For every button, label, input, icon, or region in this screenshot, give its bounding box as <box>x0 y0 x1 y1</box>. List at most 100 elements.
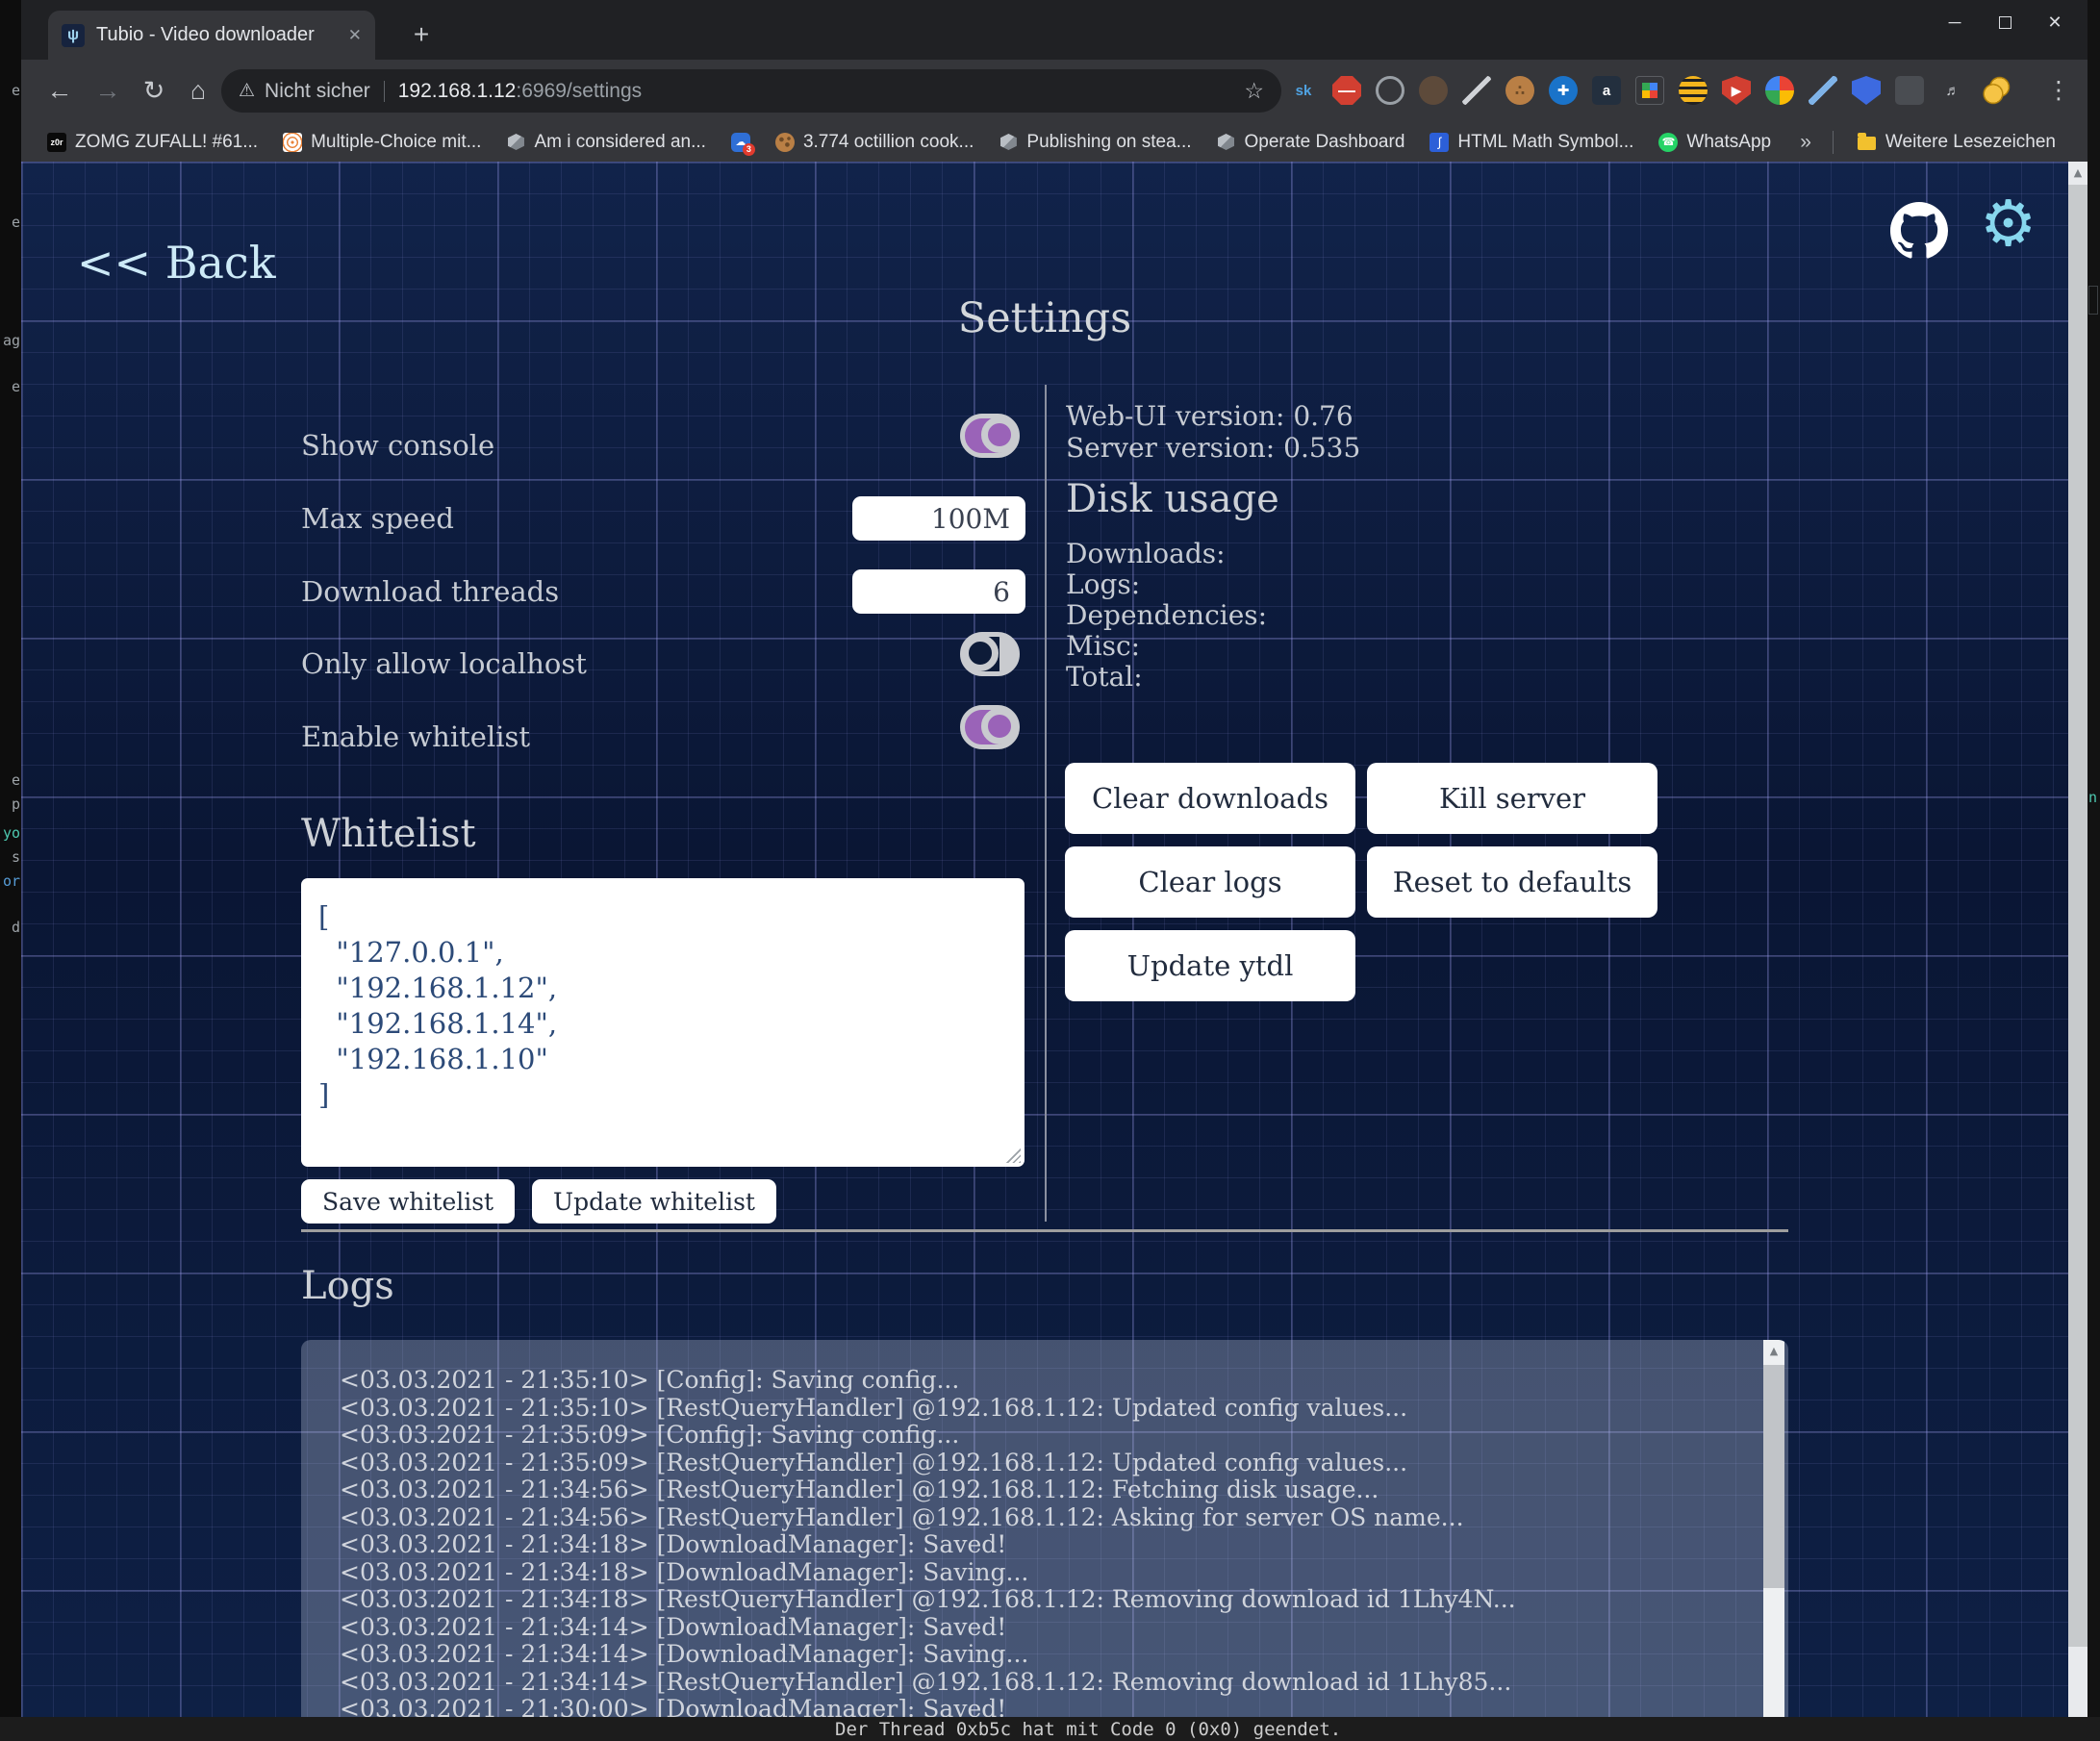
back-link[interactable]: << Back <box>77 237 276 289</box>
close-button[interactable]: ✕ <box>2030 0 2080 44</box>
other-bookmarks-folder[interactable]: Weitere Lesezeichen <box>1845 129 2068 156</box>
blue-shield-extension-icon[interactable] <box>1852 76 1881 105</box>
cookie-extension-icon[interactable]: ∴ <box>1505 76 1534 105</box>
section-divider <box>301 1229 1788 1232</box>
page-scrollbar-thumb[interactable] <box>2068 185 2087 1647</box>
whatsapp-favicon-icon: ☎ <box>1658 133 1678 152</box>
gray-ring-extension-icon[interactable] <box>1376 76 1404 105</box>
bookmark-pinned-app[interactable]: ☁3 <box>719 130 763 155</box>
ninja-face-extension-icon[interactable] <box>1419 76 1448 105</box>
bookmark-am-i-considered[interactable]: Am i considered an... <box>493 129 718 156</box>
address-bar[interactable]: ⚠ Nicht sicher 192.168.1.12 :6969/settin… <box>221 69 1281 113</box>
show-console-label: Show console <box>301 429 494 462</box>
stop-hand-extension-icon[interactable]: — <box>1332 76 1361 105</box>
syringe-extension-icon[interactable] <box>1809 76 1837 105</box>
bookmark-multiple-choice[interactable]: Multiple-Choice mit... <box>270 129 493 156</box>
logs-panel[interactable]: <03.03.2021 - 21:35:10> [Config]: Saving… <box>301 1340 1788 1717</box>
toggle-knob-icon <box>981 416 1018 453</box>
bookmark-star-icon[interactable]: ☆ <box>1244 78 1264 104</box>
clear-downloads-button[interactable]: Clear downloads <box>1065 763 1355 834</box>
math-favicon-icon: ∫ <box>1430 133 1449 152</box>
log-line: <03.03.2021 - 21:34:14> [RestQueryHandle… <box>340 1669 1516 1697</box>
back-button[interactable]: ← <box>40 71 79 110</box>
other-bookmarks-label: Weitere Lesezeichen <box>1885 132 2056 153</box>
max-speed-input[interactable] <box>852 496 1025 541</box>
bookmark-publishing-on-steam[interactable]: Publishing on stea... <box>986 129 1203 156</box>
whitelist-textarea[interactable]: [ "127.0.0.1", "192.168.1.12", "192.168.… <box>301 878 1025 1167</box>
gear-icon[interactable]: ⚙ <box>1980 187 2037 261</box>
spiral-favicon-icon <box>283 133 302 152</box>
divider <box>1833 131 1834 154</box>
enable-whitelist-toggle[interactable] <box>960 705 1020 749</box>
disk-row-misc: Misc: 0 mb <box>1066 630 1140 662</box>
code-fragment: e <box>12 771 20 789</box>
bookmark-label: Am i considered an... <box>534 132 705 153</box>
kill-server-button[interactable]: Kill server <box>1367 763 1657 834</box>
blue-cross-extension-icon[interactable]: ✚ <box>1549 76 1578 105</box>
bookmark-whatsapp[interactable]: ☎ WhatsApp <box>1646 129 1784 156</box>
disk-row-downloads: Downloads: 337 mb <box>1066 538 1226 569</box>
tab-close-icon[interactable]: ✕ <box>348 26 362 45</box>
bookmark-octillion-cookies[interactable]: 3.774 octillion cook... <box>763 129 986 156</box>
bookmark-label: ZOMG ZUFALL! #61... <box>75 132 258 153</box>
photos-extension-icon[interactable] <box>1635 76 1664 105</box>
scroll-up-icon[interactable]: ▲ <box>1763 1340 1784 1363</box>
toggle-knob-icon <box>981 708 1018 744</box>
forward-button[interactable]: → <box>89 71 127 110</box>
playlist-extension-icon[interactable]: ♬ <box>1938 76 1967 105</box>
download-threads-label: Download threads <box>301 575 559 608</box>
bookmark-label: Multiple-Choice mit... <box>311 132 481 153</box>
save-whitelist-button[interactable]: Save whitelist <box>301 1179 515 1224</box>
code-fragment: p <box>12 795 20 813</box>
code-fragment: e <box>12 378 20 395</box>
badge-count: 3 <box>743 143 755 156</box>
bookmark-operate-dashboard[interactable]: Operate Dashboard <box>1204 129 1418 156</box>
ide-edge-left: e e ag e e p yo s or d <box>0 0 21 1717</box>
google-colors-extension-icon[interactable] <box>1765 76 1794 105</box>
github-icon[interactable] <box>1890 202 1948 260</box>
warning-icon[interactable]: ⚠ <box>239 80 255 102</box>
app-favicon-icon: ☁3 <box>731 133 750 152</box>
browser-tab-tubio[interactable]: ψ Tubio - Video downloader ✕ <box>48 11 375 60</box>
code-fragment: s <box>12 848 20 866</box>
maximize-button[interactable] <box>1980 0 2030 44</box>
code-fragment: yo <box>3 824 20 842</box>
bookmark-zomg-zufall[interactable]: z0r ZOMG ZUFALL! #61... <box>35 129 270 156</box>
clear-logs-button[interactable]: Clear logs <box>1065 846 1355 918</box>
bookmark-html-math-symbols[interactable]: ∫ HTML Math Symbol... <box>1417 129 1646 156</box>
new-tab-button[interactable]: + <box>404 17 439 52</box>
download-threads-input[interactable] <box>852 569 1025 614</box>
logs-scrollbar[interactable]: ▲ <box>1763 1340 1784 1717</box>
page-content: << Back ⚙ Settings Show console Max spee… <box>21 162 2087 1717</box>
column-divider <box>1045 385 1047 1222</box>
reload-button[interactable]: ↻ <box>135 71 173 110</box>
bee-extension-icon[interactable] <box>1679 76 1708 105</box>
bookmarks-overflow-chevron[interactable]: » <box>1790 131 1821 154</box>
minimize-button[interactable]: ─ <box>1930 0 1980 44</box>
only-allow-localhost-toggle[interactable] <box>960 632 1020 676</box>
code-fragment: ag <box>3 332 20 349</box>
browser-menu-icon[interactable]: ⋮ <box>2041 73 2076 108</box>
disk-label: Misc: <box>1066 630 1140 662</box>
reset-to-defaults-button[interactable]: Reset to defaults <box>1367 846 1657 918</box>
show-console-toggle[interactable] <box>960 414 1020 458</box>
amazon-assistant-extension-icon[interactable]: a <box>1592 76 1621 105</box>
code-fragment: d <box>12 919 20 936</box>
logs-scrollbar-thumb[interactable] <box>1763 1365 1784 1588</box>
update-ytdl-button[interactable]: Update ytdl <box>1065 930 1355 1001</box>
security-label[interactable]: Nicht sicher <box>265 80 370 103</box>
play-shield-extension-icon[interactable]: ▶ <box>1722 76 1751 105</box>
update-whitelist-button[interactable]: Update whitelist <box>532 1179 776 1224</box>
home-button[interactable]: ⌂ <box>179 71 217 110</box>
page-scrollbar[interactable]: ▲ <box>2068 162 2087 1717</box>
maximize-icon <box>1999 16 2011 29</box>
disk-label: Logs: <box>1066 568 1140 600</box>
code-fragment: n <box>2088 789 2097 806</box>
disk-label: Dependencies: <box>1066 599 1267 631</box>
code-fragment: e <box>12 82 20 99</box>
scalpel-extension-icon[interactable] <box>1462 76 1491 105</box>
gold-coins-extension-icon[interactable] <box>1982 76 2011 105</box>
puzzle-extension-icon[interactable] <box>1895 76 1924 105</box>
sk-extension-icon[interactable]: sk <box>1289 76 1318 105</box>
scroll-up-icon[interactable]: ▲ <box>2068 162 2087 185</box>
